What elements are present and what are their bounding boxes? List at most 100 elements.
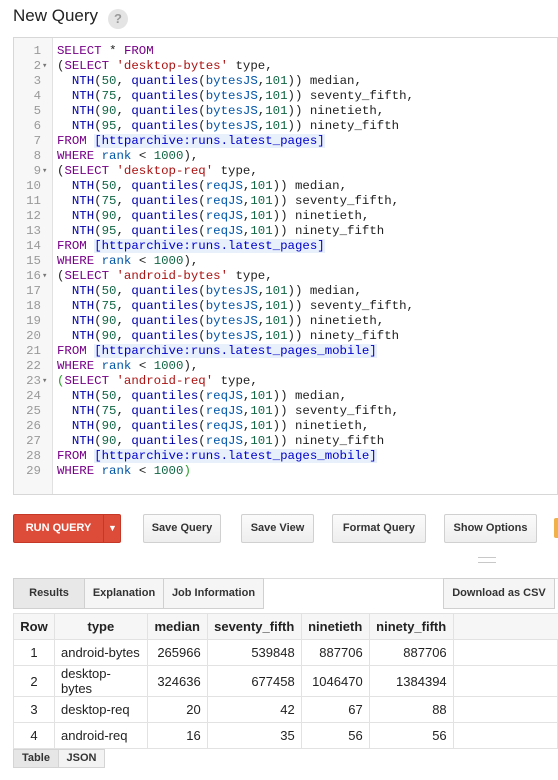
fold-arrow-icon[interactable]: ▾ — [42, 59, 47, 74]
code-token: , — [116, 224, 132, 238]
line-number: 27 — [26, 434, 41, 448]
resize-handle[interactable] — [478, 557, 496, 563]
code-line[interactable]: 27 NTH(90, quantiles(reqJS,101)) ninety_… — [14, 434, 557, 449]
code-token: reqJS — [205, 404, 243, 418]
code-token: ( — [94, 74, 102, 88]
code-token: < — [138, 149, 147, 163]
code-token: bytesJS — [205, 314, 258, 328]
code-token: , — [116, 89, 132, 103]
show-options-button[interactable]: Show Options — [444, 514, 537, 543]
line-number: 9 — [33, 164, 41, 178]
code-token: median, — [302, 74, 362, 88]
column-header-type: type — [53, 613, 148, 640]
code-token: 101 — [250, 224, 273, 238]
code-line[interactable]: 7 FROM [httparchive:runs.latest_pages] — [14, 134, 557, 149]
code-text: FROM [httparchive:runs.latest_pages_mobi… — [57, 344, 377, 359]
code-line[interactable]: 21 FROM [httparchive:runs.latest_pages_mo… — [14, 344, 557, 359]
code-token: SELECT — [64, 374, 110, 388]
run-query-label: RUN QUERY — [25, 522, 92, 534]
code-token: 90 — [101, 329, 117, 343]
code-line[interactable]: 16 ▾ (SELECT 'android-bytes' type, — [14, 269, 557, 284]
code-token: median, — [287, 179, 348, 193]
code-line[interactable]: 23 ▾ (SELECT 'android-req' type, — [14, 374, 557, 389]
code-token: FROM — [57, 239, 87, 253]
code-text: FROM [httparchive:runs.latest_pages_mobi… — [57, 449, 377, 464]
help-icon[interactable]: ? — [108, 9, 128, 29]
code-token: rank — [101, 254, 132, 268]
code-token: bytesJS — [205, 284, 258, 298]
line-number: 1 — [33, 44, 41, 58]
fold-arrow-icon[interactable]: ▾ — [42, 269, 47, 284]
tab-job-information[interactable]: Job Information — [163, 578, 264, 609]
code-line[interactable]: 5 NTH(90, quantiles(bytesJS,101)) nineti… — [14, 104, 557, 119]
code-token: bytesJS — [205, 329, 258, 343]
code-line[interactable]: 15 WHERE rank < 1000), — [14, 254, 557, 269]
code-line[interactable]: 9 ▾ (SELECT 'desktop-req' type, — [14, 164, 557, 179]
code-token: bytesJS — [205, 89, 258, 103]
code-line[interactable]: 8 WHERE rank < 1000), — [14, 149, 557, 164]
code-line[interactable]: 25 NTH(75, quantiles(reqJS,101)) seventy… — [14, 404, 557, 419]
code-token: WHERE — [57, 254, 95, 268]
run-query-button[interactable]: RUN QUERY ▼ — [13, 514, 121, 543]
code-line[interactable]: 29 WHERE rank < 1000) — [14, 464, 557, 479]
code-token: ( — [198, 434, 206, 448]
query-editor[interactable]: 1 SELECT * FROM 2 ▾ (SELECT 'desktop-bytes' … — [13, 37, 558, 495]
code-line[interactable]: 19 NTH(90, quantiles(bytesJS,101)) ninet… — [14, 314, 557, 329]
code-line[interactable]: 12 NTH(90, quantiles(reqJS,101)) ninetie… — [14, 209, 557, 224]
tab-explanation[interactable]: Explanation — [84, 578, 164, 609]
code-line[interactable]: 4 NTH(75, quantiles(bytesJS,101)) sevent… — [14, 89, 557, 104]
code-line[interactable]: 22 WHERE rank < 1000), — [14, 359, 557, 374]
code-line[interactable]: 11 NTH(75, quantiles(reqJS,101)) seventy… — [14, 194, 557, 209]
fold-arrow-icon[interactable]: ▾ — [42, 164, 47, 179]
code-line[interactable]: 3 NTH(50, quantiles(bytesJS,101)) median… — [14, 74, 557, 89]
code-line[interactable]: 17 NTH(50, quantiles(bytesJS,101)) media… — [14, 284, 557, 299]
page-title: New Query — [13, 6, 99, 25]
code-token: , — [116, 299, 132, 313]
code-token: ( — [198, 179, 206, 193]
code-token: reqJS — [205, 434, 243, 448]
tab-results[interactable]: Results — [13, 578, 85, 609]
cell-ninety-fifth: 88 — [368, 696, 454, 723]
format-query-button[interactable]: Format Query — [332, 514, 426, 543]
chevron-down-icon[interactable]: ▼ — [103, 515, 121, 542]
code-line[interactable]: 26 NTH(90, quantiles(reqJS,101)) ninetie… — [14, 419, 557, 434]
fold-arrow-icon[interactable]: ▾ — [42, 374, 47, 389]
code-line[interactable]: 2 ▾ (SELECT 'desktop-bytes' type, — [14, 59, 557, 74]
code-line[interactable]: 6 NTH(95, quantiles(bytesJS,101)) ninety… — [14, 119, 557, 134]
line-number: 29 — [26, 464, 41, 478]
cell-seventy-fifth: 677458 — [206, 665, 302, 697]
results-table: Row type median seventy_fifth ninetieth … — [13, 613, 558, 749]
code-token: quantiles — [131, 74, 199, 88]
code-token: quantiles — [131, 194, 199, 208]
code-token: )) — [272, 434, 288, 448]
code-line[interactable]: 28 FROM [httparchive:runs.latest_pages_mo… — [14, 449, 557, 464]
code-text: NTH(75, quantiles(bytesJS,101)) seventy_… — [57, 299, 414, 314]
code-token: 'android-req' — [116, 374, 214, 388]
code-line[interactable]: 14 FROM [httparchive:runs.latest_pages] — [14, 239, 557, 254]
code-token: 90 — [101, 419, 117, 433]
tab-json-view[interactable]: JSON — [58, 749, 105, 768]
tab-table-view[interactable]: Table — [13, 749, 59, 768]
code-text: NTH(50, quantiles(bytesJS,101)) median, — [57, 74, 362, 89]
download-csv-button[interactable]: Download as CSV — [443, 578, 555, 609]
column-header-seventy-fifth: seventy_fifth — [206, 613, 302, 640]
code-token: quantiles — [131, 314, 199, 328]
code-line[interactable]: 24 NTH(50, quantiles(reqJS,101)) median, — [14, 389, 557, 404]
code-token: NTH — [71, 404, 95, 418]
code-line[interactable]: 20 NTH(90, quantiles(bytesJS,101)) ninet… — [14, 329, 557, 344]
code-line[interactable]: 18 NTH(75, quantiles(bytesJS,101)) seven… — [14, 299, 557, 314]
save-view-button[interactable]: Save View — [241, 514, 314, 543]
code-token: NTH — [71, 434, 95, 448]
code-token: )) — [272, 404, 288, 418]
code-line[interactable]: 10 NTH(50, quantiles(reqJS,101)) median, — [14, 179, 557, 194]
save-query-button[interactable]: Save Query — [143, 514, 221, 543]
code-token: )) — [272, 224, 288, 238]
code-token: , — [116, 329, 132, 343]
code-line[interactable]: 13 NTH(95, quantiles(reqJS,101)) ninety_… — [14, 224, 557, 239]
code-token: ( — [198, 284, 206, 298]
code-token: ( — [94, 89, 102, 103]
code-line[interactable]: 1 SELECT * FROM — [14, 44, 557, 59]
